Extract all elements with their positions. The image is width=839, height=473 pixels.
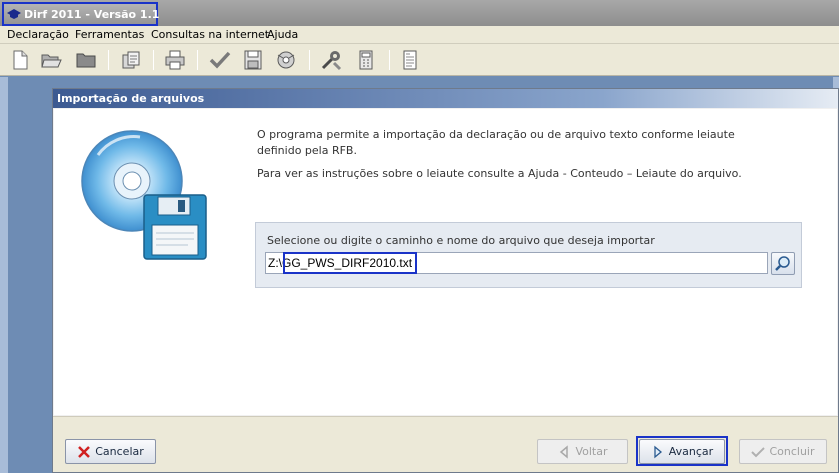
back-arrow-icon (560, 444, 569, 459)
dialog-footer: Cancelar Voltar Avançar Concluir (53, 416, 838, 472)
check-icon[interactable] (209, 49, 231, 71)
save-icon[interactable] (242, 49, 264, 71)
dialog-title: Importação de arquivos (57, 92, 205, 105)
folder-icon[interactable] (75, 49, 97, 71)
app-icon (7, 9, 21, 19)
desktop-left-strip (0, 77, 8, 473)
copy-icon[interactable] (120, 49, 142, 71)
next-arrow-icon (654, 445, 662, 458)
cancel-button-label: Cancelar (95, 445, 144, 458)
file-selection-panel: Selecione ou digite o caminho e nome do … (255, 222, 802, 288)
cancel-button[interactable]: Cancelar (65, 439, 156, 464)
calculator-icon[interactable] (355, 49, 377, 71)
menu-item-consultas[interactable]: Consultas na internet (151, 28, 269, 41)
window-titlebar: Dirf 2011 - Versão 1.1 (0, 0, 839, 26)
print-icon[interactable] (164, 49, 186, 71)
back-button-label: Voltar (575, 445, 608, 458)
dialog-body: O programa permite a importação da decla… (54, 109, 837, 415)
window-title-box: Dirf 2011 - Versão 1.1 (2, 2, 160, 26)
transmit-icon[interactable] (275, 49, 297, 71)
tools-icon[interactable] (320, 49, 342, 71)
toolbar-separator (309, 50, 310, 70)
toolbar-separator (389, 50, 390, 70)
cancel-x-icon (78, 445, 91, 458)
finish-button-label: Concluir (769, 445, 815, 458)
info-text-1: O programa permite a importação da decla… (257, 128, 735, 157)
toolbar-separator (197, 50, 198, 70)
finish-button[interactable]: Concluir (739, 439, 827, 464)
toolbar-separator (108, 50, 109, 70)
menu-item-ajuda[interactable]: Ajuda (267, 28, 298, 41)
file-path-input[interactable] (265, 252, 768, 274)
menu-bar: Declaração Ferramentas Consultas na inte… (0, 26, 839, 44)
window-title: Dirf 2011 - Versão 1.1 (24, 8, 160, 21)
open-folder-icon[interactable] (40, 49, 62, 71)
finish-check-icon (751, 446, 766, 457)
toolbar (0, 44, 839, 76)
next-button-label: Avançar (668, 445, 714, 458)
menu-item-declaracao[interactable]: Declaração (7, 28, 69, 41)
dialog-titlebar: Importação de arquivos (53, 89, 838, 108)
file-path-label: Selecione ou digite o caminho e nome do … (267, 234, 655, 247)
info-text-2: Para ver as instruções sobre o leiaute c… (257, 167, 742, 180)
next-button[interactable]: Avançar (639, 439, 725, 464)
new-document-icon[interactable] (9, 49, 31, 71)
report-icon[interactable] (399, 49, 421, 71)
menu-item-ferramentas[interactable]: Ferramentas (75, 28, 144, 41)
import-dialog: Importação de arquivos O programa permit… (52, 88, 839, 473)
toolbar-separator (153, 50, 154, 70)
browse-button[interactable] (771, 252, 795, 275)
search-icon (775, 256, 790, 271)
cd-floppy-icon (81, 130, 207, 260)
back-button[interactable]: Voltar (537, 439, 628, 464)
